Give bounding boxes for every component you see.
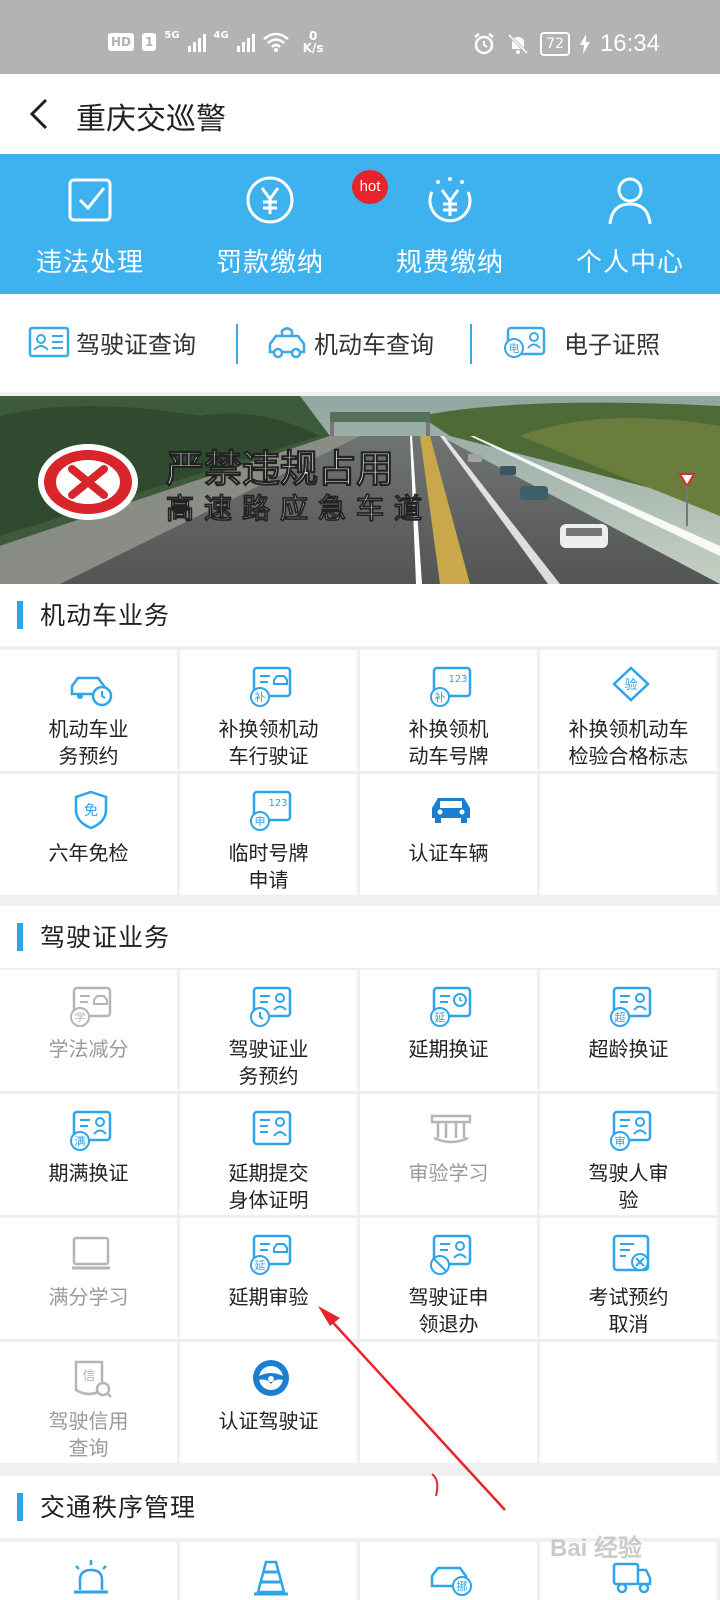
annotation-arrow [318,1306,506,1511]
watermark-logo: Bai 经验 [550,1535,643,1562]
